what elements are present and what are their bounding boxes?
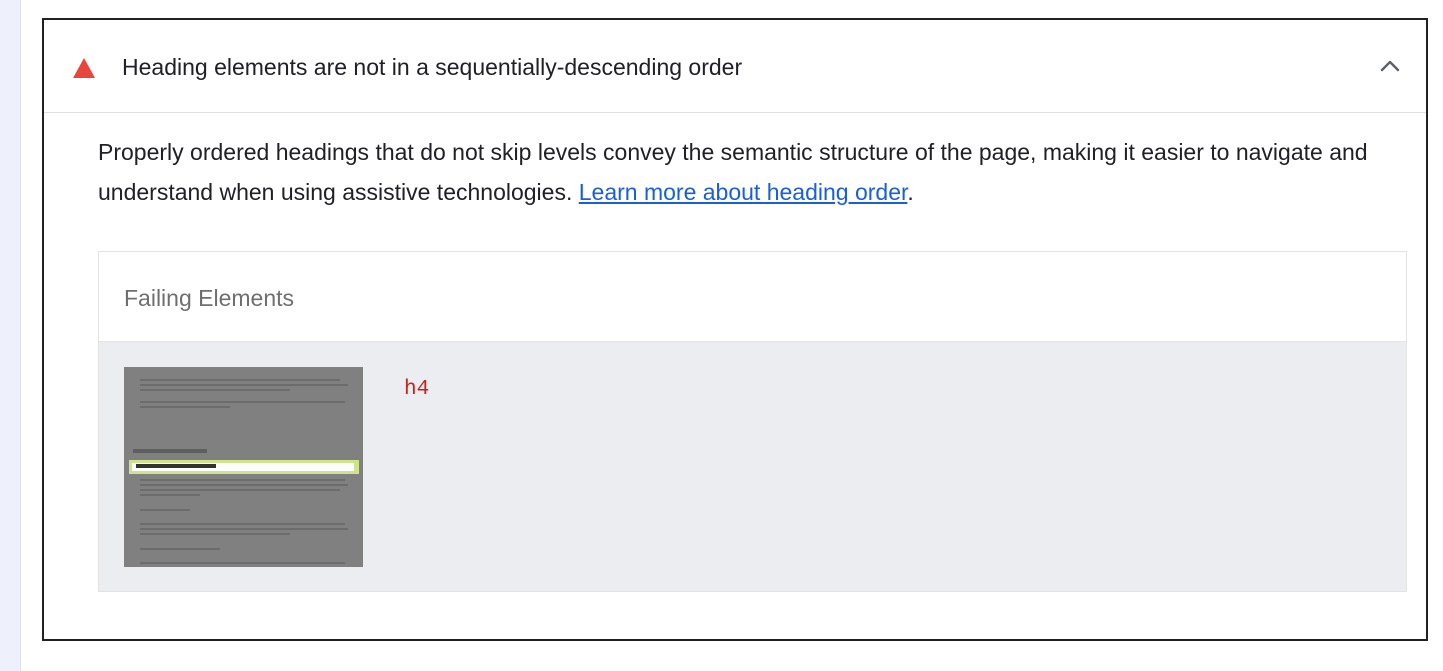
table-header-label: Failing Elements <box>124 285 295 311</box>
audit-panel: Heading elements are not in a sequential… <box>42 18 1428 641</box>
element-screenshot-thumbnail[interactable] <box>124 367 363 567</box>
failing-elements-table: Failing Elements h4 <box>98 251 1407 592</box>
node-label[interactable]: h4 <box>404 378 429 401</box>
audit-header[interactable]: Heading elements are not in a sequential… <box>44 20 1426 113</box>
chevron-up-icon[interactable] <box>1378 56 1402 76</box>
warning-triangle-icon <box>73 58 95 78</box>
highlighted-heading <box>129 460 359 474</box>
audit-description: Properly ordered headings that do not sk… <box>98 132 1408 212</box>
learn-more-link[interactable]: Learn more about heading order <box>579 179 908 205</box>
left-rail <box>0 0 21 671</box>
table-header: Failing Elements <box>99 252 1406 342</box>
audit-title: Heading elements are not in a sequential… <box>122 54 743 80</box>
table-row: h4 <box>99 342 1406 591</box>
description-end: . <box>907 179 914 205</box>
